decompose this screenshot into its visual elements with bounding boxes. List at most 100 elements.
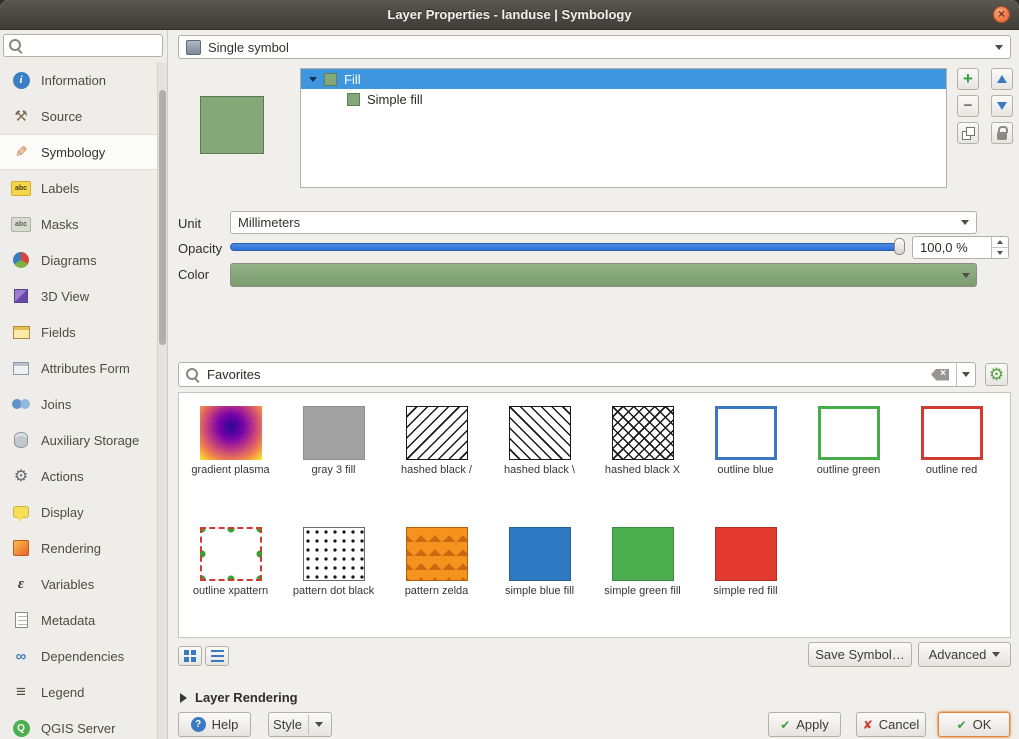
symbol-layers-tree: Fill Simple fill [300,68,947,188]
sidebar-item-diagrams[interactable]: Diagrams [0,242,158,278]
grid-view-icon [184,650,196,662]
symbol-item-outline-blue[interactable]: outline blue [694,406,797,527]
ok-label: OK [973,717,992,732]
sidebar-item-actions[interactable]: Actions [0,458,158,494]
tree-item-fill[interactable]: Fill [301,69,946,89]
symbol-preview-gradient-plasma [200,406,262,460]
close-button[interactable] [993,6,1010,23]
sidebar-item-variables[interactable]: Variables [0,566,158,602]
sidebar-item-masks[interactable]: Masks [0,206,158,242]
layer-rendering-section[interactable]: Layer Rendering [180,690,298,705]
sidebar-item-legend[interactable]: Legend [0,674,158,710]
symbol-item-pattern-zelda[interactable]: pattern zelda [385,527,488,638]
opacity-spinbox[interactable]: 100,0 % [912,236,1009,259]
list-view-button[interactable] [205,646,229,666]
lock-colors-button[interactable] [991,122,1013,144]
sidebar-item-rendering[interactable]: Rendering [0,530,158,566]
symbol-type-dropdown[interactable]: Single symbol [178,35,1011,59]
sidebar-search-box[interactable] [3,34,163,57]
symbol-filter-box[interactable]: Favorites [178,362,976,387]
list-view-icon [211,650,224,662]
symbol-label: simple green fill [604,585,680,598]
symbol-type-icon [186,40,201,55]
variables-icon [18,576,24,593]
sidebar-item-display[interactable]: Display [0,494,158,530]
symbol-item-hashed-black-x[interactable]: hashed black X [591,406,694,527]
advanced-button[interactable]: Advanced [918,642,1011,667]
spin-down-button[interactable] [992,248,1008,258]
symbol-item-gray-3-fill[interactable]: gray 3 fill [282,406,385,527]
symbol-item-outline-red[interactable]: outline red [900,406,1003,527]
sidebar: Information Source Symbology Labels Mask… [0,30,168,739]
sidebar-item-joins[interactable]: Joins [0,386,158,422]
filter-dropdown-arrow[interactable] [956,363,975,386]
sidebar-item-source[interactable]: Source [0,98,158,134]
symbol-item-simple-red-fill[interactable]: simple red fill [694,527,797,638]
unit-dropdown[interactable]: Millimeters [230,211,977,234]
symbol-label: simple blue fill [505,585,574,598]
search-icon [185,367,200,382]
sidebar-item-3d-view[interactable]: 3D View [0,278,158,314]
sidebar-item-label: Auxiliary Storage [41,433,139,448]
opacity-slider[interactable] [230,243,905,251]
help-button[interactable]: Help [178,712,251,737]
symbol-item-simple-green-fill[interactable]: simple green fill [591,527,694,638]
cancel-button[interactable]: Cancel [856,712,926,737]
symbol-label: simple red fill [713,585,777,598]
check-icon [780,717,790,732]
symbol-item-hashed-black-slash[interactable]: hashed black / [385,406,488,527]
move-up-button[interactable] [991,68,1013,90]
qgis-server-icon [13,720,30,737]
sidebar-scrollbar[interactable] [157,62,167,739]
symbol-item-outline-green[interactable]: outline green [797,406,900,527]
symbol-item-gradient-plasma[interactable]: gradient plasma [179,406,282,527]
sidebar-item-metadata[interactable]: Metadata [0,602,158,638]
chevron-down-icon [995,45,1003,50]
layer-properties-window: Layer Properties - landuse | Symbology I… [0,0,1019,739]
symbol-item-hashed-black-backslash[interactable]: hashed black \ [488,406,591,527]
symbology-panel: Single symbol Fill Simple fill Unit [168,30,1019,739]
sidebar-item-qgis-server[interactable]: QGIS Server [0,710,158,739]
icon-view-button[interactable] [178,646,202,666]
expand-icon[interactable] [309,77,317,82]
move-down-button[interactable] [991,95,1013,117]
tree-item-simple-fill[interactable]: Simple fill [301,89,946,109]
remove-symbol-layer-button[interactable] [957,95,979,117]
symbol-item-pattern-dot-black[interactable]: pattern dot black [282,527,385,638]
duplicate-symbol-layer-button[interactable] [957,122,979,144]
metadata-icon [15,612,28,628]
save-symbol-button[interactable]: Save Symbol… [808,642,912,667]
opacity-slider-handle[interactable] [894,238,905,255]
apply-button[interactable]: Apply [768,712,841,737]
style-manager-button[interactable] [985,363,1008,386]
style-button[interactable]: Style [268,712,332,737]
sidebar-item-attributes-form[interactable]: Attributes Form [0,350,158,386]
symbol-item-simple-blue-fill[interactable]: simple blue fill [488,527,591,638]
advanced-label: Advanced [929,647,987,662]
sidebar-item-fields[interactable]: Fields [0,314,158,350]
sidebar-search-input[interactable] [27,38,151,54]
titlebar: Layer Properties - landuse | Symbology [0,0,1019,30]
spin-buttons [991,237,1008,258]
add-symbol-layer-button[interactable] [957,68,979,90]
help-icon [191,717,206,732]
diagrams-icon [13,252,29,268]
sidebar-item-information[interactable]: Information [0,62,158,98]
symbol-preview-pattern-zelda [406,527,468,581]
symbol-item-outline-xpattern[interactable]: outline xpattern [179,527,282,638]
sidebar-item-symbology[interactable]: Symbology [0,134,158,170]
scrollbar-thumb[interactable] [159,90,166,345]
opacity-value: 100,0 % [920,240,968,255]
sidebar-item-label: Display [41,505,84,520]
chevron-down-icon [961,220,969,225]
ok-button[interactable]: OK [938,712,1010,737]
color-button[interactable] [230,263,977,287]
clear-filter-icon[interactable] [931,369,949,381]
spin-up-button[interactable] [992,237,1008,248]
symbol-label: hashed black X [605,464,680,477]
sidebar-item-auxiliary-storage[interactable]: Auxiliary Storage [0,422,158,458]
information-icon [13,72,30,89]
filter-text[interactable]: Favorites [207,367,260,382]
sidebar-item-dependencies[interactable]: Dependencies [0,638,158,674]
sidebar-item-labels[interactable]: Labels [0,170,158,206]
